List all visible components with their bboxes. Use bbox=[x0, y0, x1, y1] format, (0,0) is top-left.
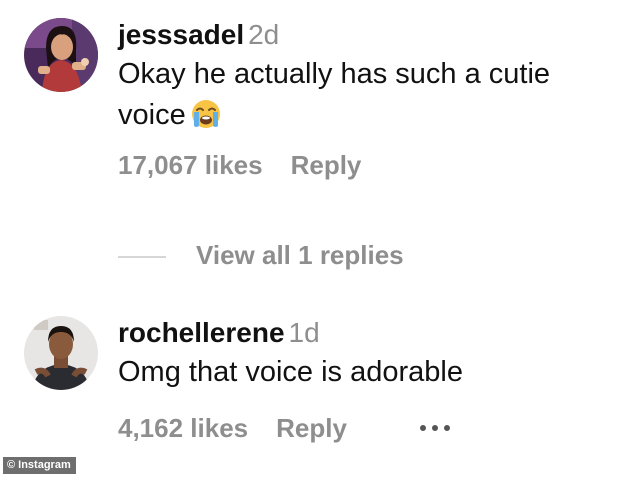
likes-count[interactable]: 17,067 likes bbox=[118, 150, 263, 181]
comment-header: rochellerene 1d bbox=[118, 316, 622, 350]
more-options-icon[interactable] bbox=[417, 423, 453, 433]
comment-text-line: voice bbox=[118, 95, 622, 136]
comment-text-word: voice bbox=[118, 99, 186, 131]
avatar-photo bbox=[24, 316, 98, 390]
comment-text: Omg that voice is adorable bbox=[118, 356, 463, 388]
reply-button[interactable]: Reply bbox=[291, 150, 362, 181]
comment-text-line: Okay he actually has such a cutie bbox=[118, 58, 551, 90]
loudly-crying-face-icon bbox=[190, 98, 222, 130]
avatar-photo bbox=[24, 18, 98, 92]
comment-actions: 4,162 likes Reply bbox=[118, 413, 622, 444]
instagram-watermark: © Instagram bbox=[3, 457, 76, 474]
likes-count[interactable]: 4,162 likes bbox=[118, 413, 248, 444]
comment-body: jesssadel 2d Okay he actually has such a … bbox=[118, 18, 622, 181]
replies-divider bbox=[118, 256, 166, 259]
reply-button[interactable]: Reply bbox=[276, 413, 347, 444]
comment-time: 1d bbox=[288, 317, 320, 348]
comment-actions: 17,067 likes Reply bbox=[118, 150, 622, 181]
comment-body: rochellerene 1d Omg that voice is adorabl… bbox=[118, 316, 622, 444]
username[interactable]: jesssadel bbox=[118, 19, 244, 50]
comment-header: jesssadel 2d bbox=[118, 18, 622, 52]
comment-text: Okay he actually has such a cutie voice bbox=[118, 54, 622, 136]
username[interactable]: rochellerene bbox=[118, 317, 285, 348]
view-replies-button[interactable]: View all 1 replies bbox=[118, 240, 404, 274]
avatar-jesssadel[interactable] bbox=[24, 18, 98, 92]
avatar-rochellerene[interactable] bbox=[24, 316, 98, 390]
view-replies-label: View all 1 replies bbox=[196, 240, 404, 270]
comment-time: 2d bbox=[248, 19, 280, 50]
